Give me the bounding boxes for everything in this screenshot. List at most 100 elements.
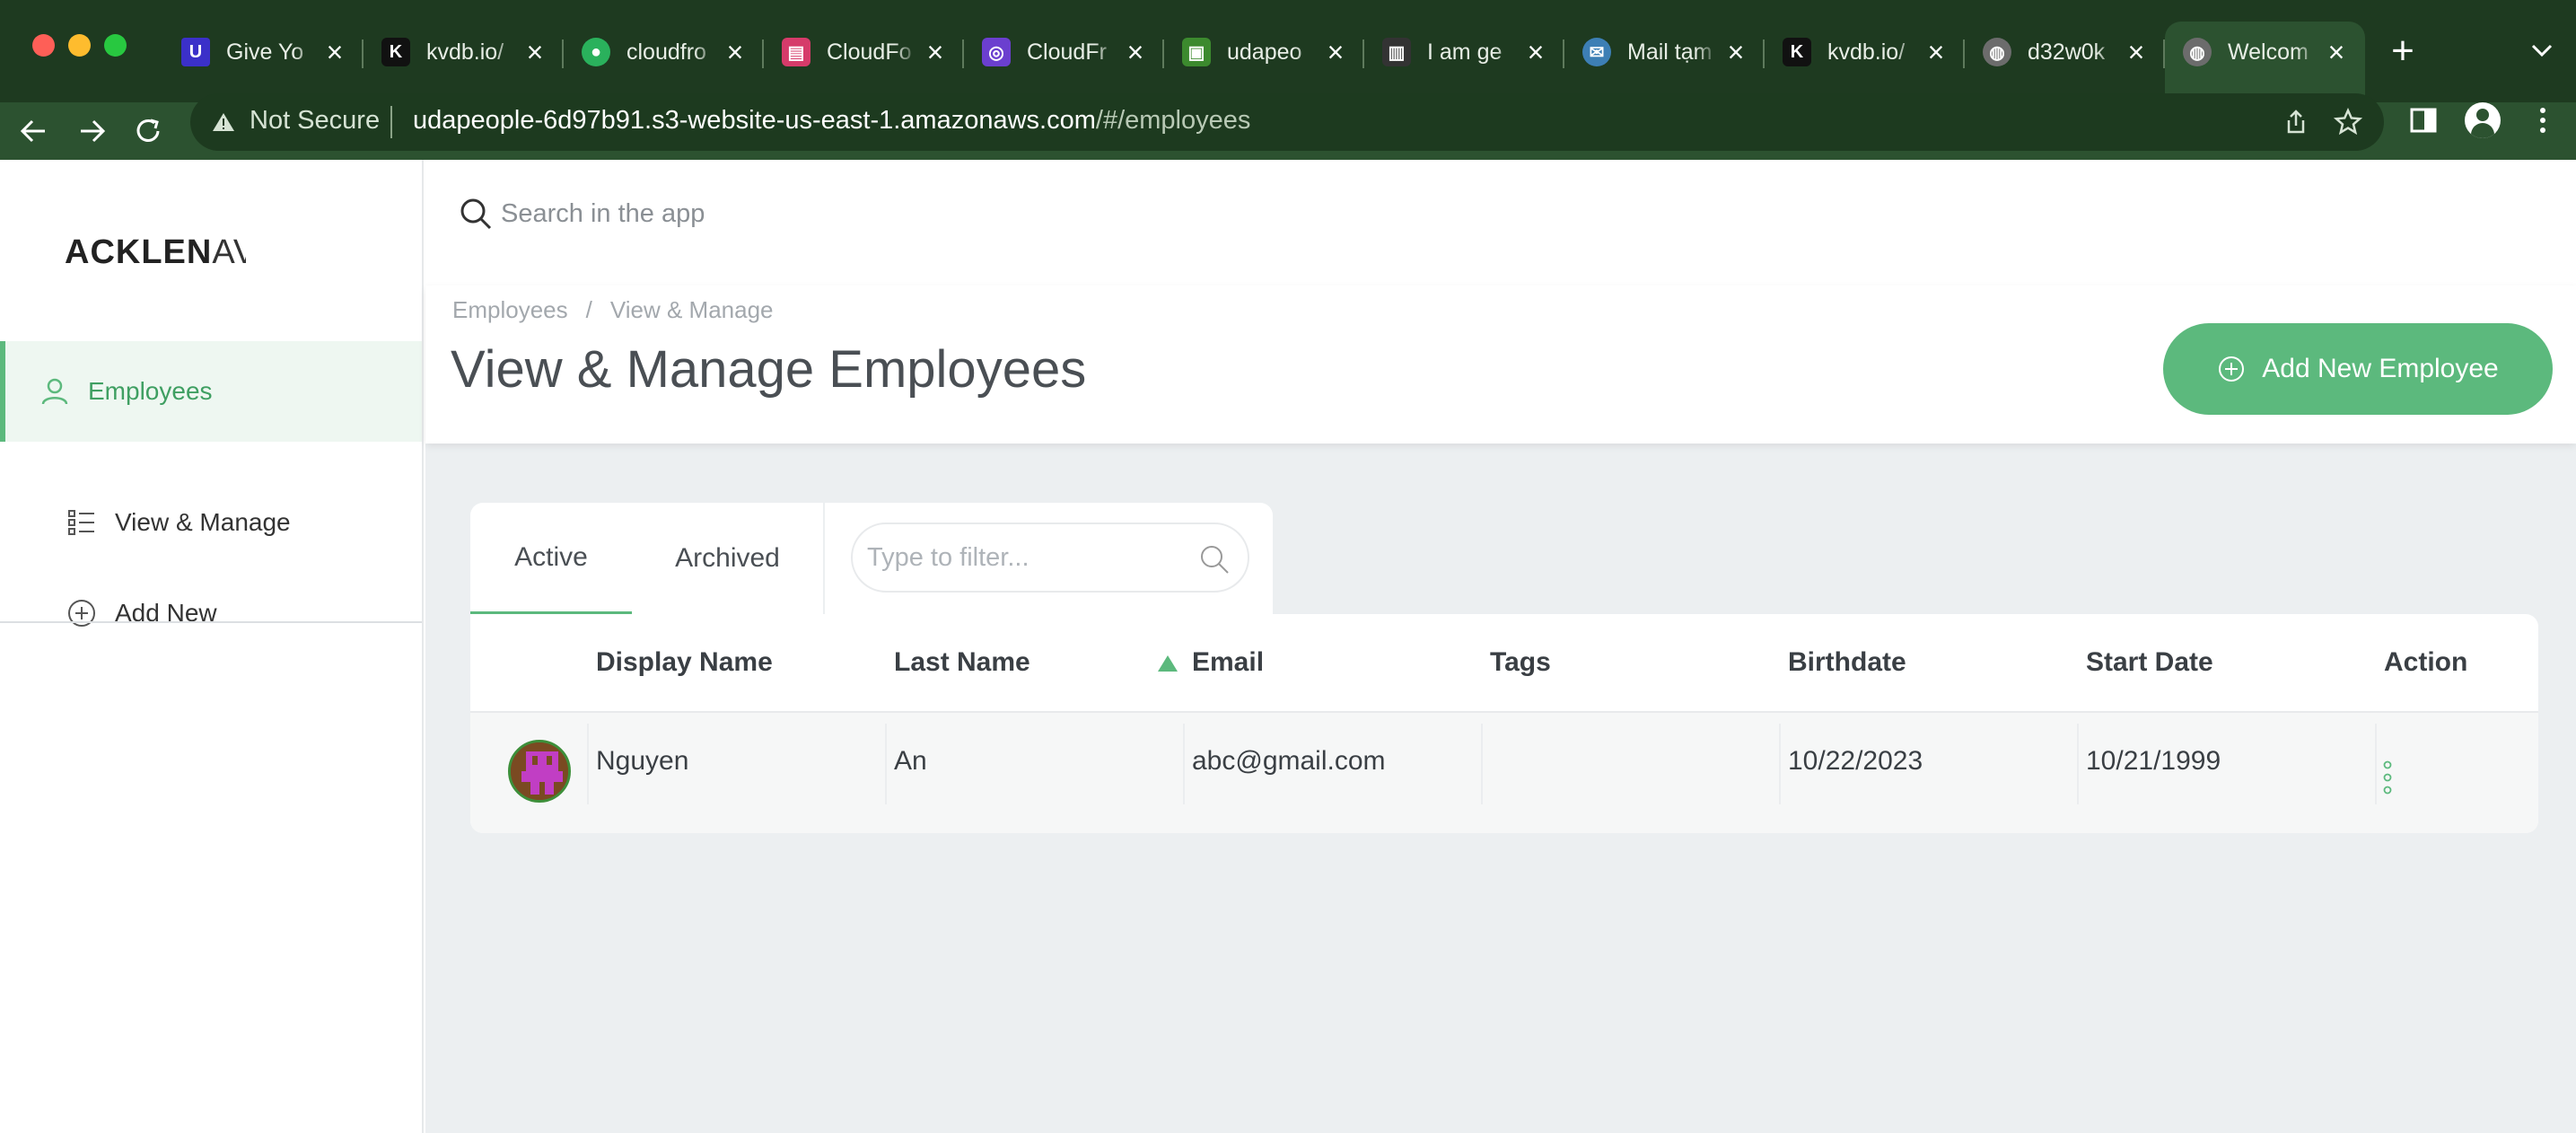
employees-table: Display Name Last Name Email Tags Birthd… [470, 614, 2538, 833]
browser-tab[interactable]: K kvdb.io/ × [1765, 22, 1965, 83]
plus-circle-icon [68, 600, 95, 627]
browser-tab[interactable]: ▣ udapeo × [1164, 22, 1364, 83]
tab-title: CloudFo [827, 39, 912, 65]
tab-close-icon[interactable]: × [723, 38, 748, 66]
browser-tab[interactable]: U Give Yo × [163, 22, 364, 83]
profile-avatar-icon[interactable] [2465, 102, 2501, 138]
browser-tab[interactable]: ● cloudfro × [564, 22, 764, 83]
column-divider [2077, 724, 2079, 804]
tab-close-icon[interactable]: × [1123, 38, 1148, 66]
tab-close-icon[interactable]: × [1723, 38, 1748, 66]
browser-tab[interactable]: K kvdb.io/ × [364, 22, 564, 83]
column-divider [2375, 724, 2377, 804]
cloudformation-icon: ▤ [782, 38, 810, 66]
add-new-employee-button[interactable]: Add New Employee [2163, 323, 2553, 415]
forward-arrow-icon[interactable] [72, 113, 111, 149]
globe-icon: ◍ [2183, 38, 2212, 66]
side-panel-icon[interactable] [2407, 104, 2440, 136]
table-header: Display Name Last Name Email Tags Birthd… [470, 614, 2538, 711]
column-divider [1481, 724, 1483, 804]
browser-tab[interactable]: ◍ d32w0k × [1965, 22, 2165, 83]
not-secure-label[interactable]: Not Secure [250, 106, 380, 136]
tab-title: cloudfro [626, 39, 706, 65]
back-arrow-icon[interactable] [14, 113, 54, 149]
column-header-birthdate[interactable]: Birthdate [1788, 614, 1906, 711]
column-header-start-date[interactable]: Start Date [2086, 614, 2213, 711]
tab-close-icon[interactable]: × [522, 38, 548, 66]
browser-tab[interactable]: ▥ I am ge × [1364, 22, 1564, 83]
tab-close-icon[interactable]: × [1923, 38, 1949, 66]
udemy-icon: U [181, 38, 210, 66]
tab-title: d32w0k [2028, 39, 2106, 65]
tab-title: CloudFr [1027, 39, 1107, 65]
breadcrumb-item-employees[interactable]: Employees [452, 296, 568, 323]
chevron-down-icon[interactable] [2524, 32, 2560, 68]
tab-close-icon[interactable]: × [923, 38, 948, 66]
column-divider [885, 724, 887, 804]
sort-ascending-icon[interactable] [1158, 655, 1178, 672]
kvdb-icon: K [381, 38, 410, 66]
new-tab-button[interactable]: + [2380, 29, 2425, 74]
window-close-button[interactable] [32, 34, 55, 57]
filter-input[interactable] [867, 537, 1190, 578]
mail-icon: ✉ [1582, 38, 1611, 66]
employee-tabs: Active Archived [470, 503, 1273, 614]
tab-title: I am ge [1427, 39, 1503, 65]
url-host: udapeople-6d97b91.s3-website-us-east-1.a… [413, 106, 1096, 135]
row-actions-kebab-icon[interactable] [2382, 760, 2393, 795]
sidebar: ACKLENAV Employees View & Manage Add New [0, 160, 424, 1133]
browser-tab[interactable]: ◎ CloudFr × [964, 22, 1164, 83]
tab-active[interactable]: Active [470, 503, 632, 614]
window-minimize-button[interactable] [68, 34, 91, 57]
search-icon[interactable] [1197, 542, 1231, 576]
browser-tab[interactable]: ▤ CloudFo × [764, 22, 964, 83]
browser-tab-active[interactable]: ◍ Welcom × [2165, 22, 2365, 102]
tab-close-icon[interactable]: × [1523, 38, 1548, 66]
app-logo[interactable]: ACKLENAV [65, 233, 246, 272]
tab-close-icon[interactable]: × [322, 38, 347, 66]
sidebar-section-employees[interactable]: Employees [0, 341, 422, 442]
breadcrumb-item-current: View & Manage [609, 296, 774, 323]
url-text[interactable]: udapeople-6d97b91.s3-website-us-east-1.a… [413, 106, 1250, 136]
tab-title: kvdb.io/ [1827, 39, 1906, 65]
cell-email: abc@gmail.com [1192, 746, 1386, 776]
column-header-action: Action [2384, 647, 2468, 677]
browser-tab-bar: U Give Yo × K kvdb.io/ × ● cloudfro × ▤ … [0, 0, 2576, 102]
sidebar-item-label: Add New [115, 599, 217, 627]
breadcrumb-separator: / [585, 296, 592, 323]
window-maximize-button[interactable] [104, 34, 127, 57]
sidebar-item-label: View & Manage [115, 508, 291, 536]
tab-title: kvdb.io/ [426, 39, 504, 65]
column-header-last-name[interactable]: Last Name [894, 614, 1030, 711]
tab-archived[interactable]: Archived [632, 503, 823, 614]
tab-title: Welcom [2228, 39, 2309, 65]
cell-last-name: An [894, 746, 927, 776]
column-header-email[interactable]: Email [1192, 614, 1264, 711]
tab-title: Mail tạm [1627, 39, 1713, 65]
column-header-tags[interactable]: Tags [1490, 614, 1551, 711]
url-path: /#/employees [1095, 106, 1251, 135]
browser-tab[interactable]: ✉ Mail tạm × [1564, 22, 1765, 83]
avatar-image [511, 742, 568, 800]
tab-title: udapeo [1227, 39, 1302, 65]
sidebar-item-employees[interactable]: Employees [39, 356, 461, 427]
table-row[interactable]: Nguyen An abc@gmail.com 10/22/2023 10/21… [470, 711, 2538, 833]
cloudfront-icon: ◎ [982, 38, 1011, 66]
sidebar-divider [0, 621, 422, 623]
sidebar-item-label: Employees [88, 377, 213, 405]
column-divider [587, 724, 589, 804]
cell-birthdate: 10/22/2023 [1788, 746, 1923, 776]
search-input[interactable] [501, 190, 1129, 237]
bookmark-star-icon[interactable] [2334, 108, 2362, 136]
tab-close-icon[interactable]: × [2324, 38, 2349, 66]
column-header-display-name[interactable]: Display Name [596, 614, 773, 711]
url-divider [390, 106, 392, 138]
reload-icon[interactable] [129, 113, 169, 149]
video-icon: ▥ [1382, 38, 1411, 66]
column-divider [1183, 724, 1185, 804]
address-bar[interactable]: Not Secure udapeople-6d97b91.s3-website-… [190, 93, 2384, 151]
kebab-menu-icon[interactable] [2528, 104, 2558, 136]
tab-close-icon[interactable]: × [1323, 38, 1348, 66]
tab-close-icon[interactable]: × [2124, 38, 2149, 66]
share-icon[interactable] [2282, 108, 2310, 136]
